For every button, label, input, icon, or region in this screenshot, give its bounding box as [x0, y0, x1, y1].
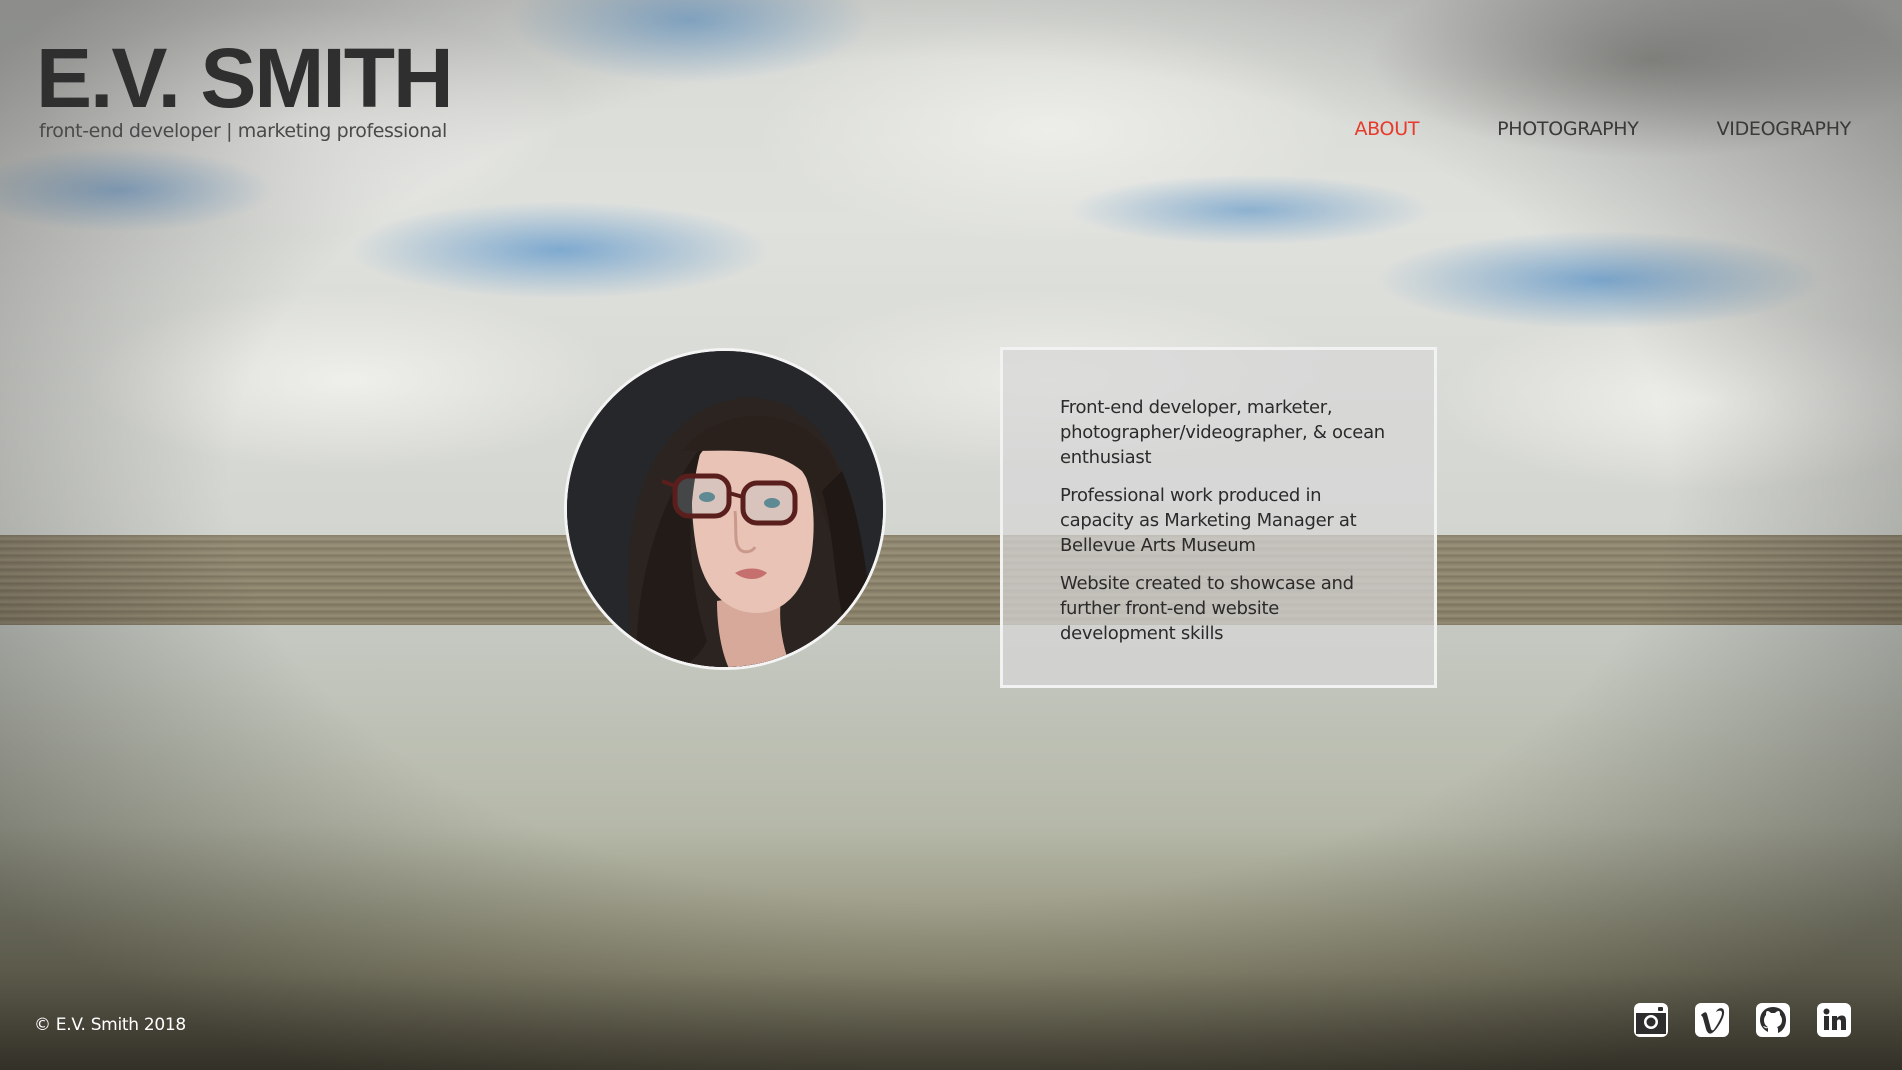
nav-about[interactable]: ABOUT [1354, 118, 1419, 140]
profile-photo [564, 348, 886, 670]
about-paragraph: Website created to showcase and further … [1060, 573, 1354, 644]
github-link[interactable] [1755, 1002, 1791, 1038]
main-nav: ABOUT PHOTOGRAPHY VIDEOGRAPHY [1276, 118, 1851, 140]
brand: E.V. SMITH front-end developer | marketi… [36, 36, 454, 142]
about-card: Front-end developer, marketer, photograp… [1000, 347, 1437, 688]
about-paragraph: Professional work produced in capacity a… [1060, 485, 1357, 556]
linkedin-link[interactable] [1816, 1002, 1852, 1038]
page: E.V. SMITH front-end developer | marketi… [0, 0, 1902, 1070]
nav-videography[interactable]: VIDEOGRAPHY [1717, 118, 1852, 140]
instagram-link[interactable] [1633, 1002, 1669, 1038]
nav-photography[interactable]: PHOTOGRAPHY [1497, 118, 1639, 140]
instagram-icon [1634, 1003, 1668, 1037]
github-icon [1756, 1003, 1790, 1037]
vimeo-link[interactable] [1694, 1002, 1730, 1038]
about-paragraph: Front-end developer, marketer, photograp… [1060, 397, 1385, 468]
site-title[interactable]: E.V. SMITH [36, 36, 454, 120]
vimeo-icon [1695, 1003, 1729, 1037]
background-photo [0, 0, 1902, 1070]
social-links [1633, 1002, 1852, 1038]
copyright: © E.V. Smith 2018 [34, 1015, 186, 1035]
background-vignette [0, 0, 1902, 1070]
linkedin-icon [1817, 1003, 1851, 1037]
site-subtitle: front-end developer | marketing professi… [39, 120, 447, 142]
profile-portrait [567, 351, 883, 667]
